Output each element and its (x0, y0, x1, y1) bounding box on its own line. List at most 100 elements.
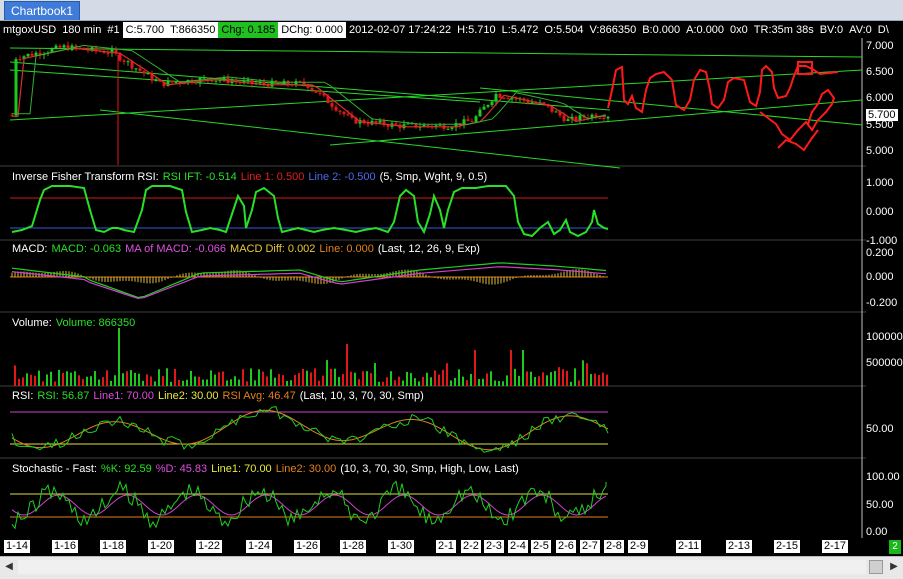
rsi-params: (Last, 10, 3, 70, 30, Smp) (299, 390, 424, 402)
volume-bar (414, 378, 416, 386)
candle-body (310, 87, 314, 91)
volume-bar (274, 377, 276, 386)
volume-bar (170, 381, 172, 386)
stoch-tick: 0.00 (866, 526, 888, 538)
window-titlebar: Chartbook1 (0, 0, 903, 21)
volume-bar (606, 374, 608, 386)
candle-body (54, 45, 58, 49)
symbol-label[interactable]: mtgoxUSD (0, 22, 59, 38)
candle-body (562, 115, 566, 122)
volume-legend: Volume: Volume: 866350 (12, 316, 139, 330)
ticks-box: T:866350 (167, 22, 219, 38)
volume-bar (122, 373, 124, 386)
candle-body (154, 80, 158, 82)
volume-bar (594, 373, 596, 386)
macd-line: Line: 0.000 (319, 243, 374, 255)
ift-tick: 1.000 (866, 177, 894, 189)
volume-bar (442, 369, 444, 386)
candle-body (338, 110, 342, 112)
scroll-left-arrow-icon[interactable]: ◀ (2, 560, 16, 574)
volume-bar (82, 379, 84, 386)
candle-body (450, 127, 454, 129)
volume-bar (602, 372, 604, 386)
volume-bar (566, 370, 568, 386)
candle-body (378, 120, 382, 123)
stoch-d: %D: 45.83 (155, 463, 208, 475)
volume-bar (26, 373, 28, 386)
time-axis-label: 2-11 (676, 540, 702, 553)
ift-line1: Line 1: 0.500 (240, 171, 305, 183)
macd-diff: MACD Diff: 0.002 (230, 243, 316, 255)
volume-bar (582, 360, 584, 386)
volume-bar (450, 380, 452, 386)
candle-body (574, 116, 578, 121)
candle-body (106, 53, 110, 55)
scroll-thumb[interactable] (869, 560, 883, 574)
volume-bar (258, 369, 260, 386)
volume-bar (18, 378, 20, 386)
volume-bar (50, 371, 52, 386)
volume-bar (334, 368, 336, 386)
candle-body (446, 128, 450, 130)
time-axis[interactable]: 1-14 1-16 1-18 1-20 1-22 1-24 1-26 1-28 1-30 2-1 2… (0, 538, 866, 556)
zoom-indicator[interactable]: 2 (889, 540, 901, 554)
volume-bar (462, 376, 464, 386)
volume-bar (574, 368, 576, 386)
volume-bar (14, 365, 16, 386)
candle-body (474, 116, 478, 122)
volume-bar (410, 373, 412, 386)
header-tail: D\ (877, 24, 889, 36)
stoch-title: Stochastic - Fast: (12, 463, 97, 475)
volume-bar (446, 363, 448, 386)
volume-bar (430, 377, 432, 386)
volume-bar (142, 380, 144, 386)
dchg-box: DChg: 0.000 (278, 22, 346, 38)
volume-tick: 500000 (866, 357, 903, 369)
candle-body (394, 123, 398, 125)
volume-bar (150, 376, 152, 386)
time-axis-label: 2-2 (461, 540, 481, 553)
high-label: H:5.710 (457, 24, 496, 36)
volume-bar (202, 379, 204, 386)
candle-body (494, 94, 498, 102)
candle-body (202, 77, 206, 79)
volume-bar (206, 379, 208, 386)
candle-body (346, 114, 350, 116)
stoch-k: %K: 92.59 (100, 463, 152, 475)
volume-bar (518, 375, 520, 386)
volume-bar (246, 381, 248, 386)
volume-bar (570, 381, 572, 386)
volume-bar (386, 377, 388, 386)
ift-title: Inverse Fisher Transform RSI: (12, 171, 159, 183)
volume-bar (402, 380, 404, 386)
volume-bar (302, 368, 304, 386)
time-axis-label: 2-7 (580, 540, 600, 553)
volume-bar (266, 376, 268, 386)
time-axis-label: 1-18 (100, 540, 127, 553)
volume-bar (314, 368, 316, 386)
macd-tick: 0.000 (866, 271, 894, 283)
scroll-right-arrow-icon[interactable]: ▶ (887, 560, 901, 574)
volume-bar (390, 371, 392, 386)
volume-bar (478, 379, 480, 386)
candle-body (14, 59, 18, 116)
volume-bar (98, 379, 100, 386)
scroll-track[interactable] (18, 560, 866, 574)
interval-label[interactable]: 180 min (59, 22, 104, 38)
volume-bar (138, 373, 140, 386)
horizontal-scrollbar[interactable]: ◀ ▶ (0, 556, 903, 579)
tab-chartbook[interactable]: Chartbook1 (4, 1, 81, 20)
volume-bar (158, 369, 160, 386)
time-axis-label: 2-9 (628, 540, 648, 553)
volume-bar (22, 377, 24, 386)
volume-bar (394, 380, 396, 386)
stoch-line1: Line1: 70.00 (211, 463, 272, 475)
rsi-title: RSI: (12, 390, 34, 402)
candle-body (578, 115, 582, 121)
candle-body (438, 124, 442, 126)
macd-tick: 0.200 (866, 247, 894, 259)
volume-bar (330, 368, 332, 386)
volume-bar (482, 378, 484, 386)
price-tick: 5.500 (866, 119, 894, 131)
volume-bar (526, 371, 528, 386)
